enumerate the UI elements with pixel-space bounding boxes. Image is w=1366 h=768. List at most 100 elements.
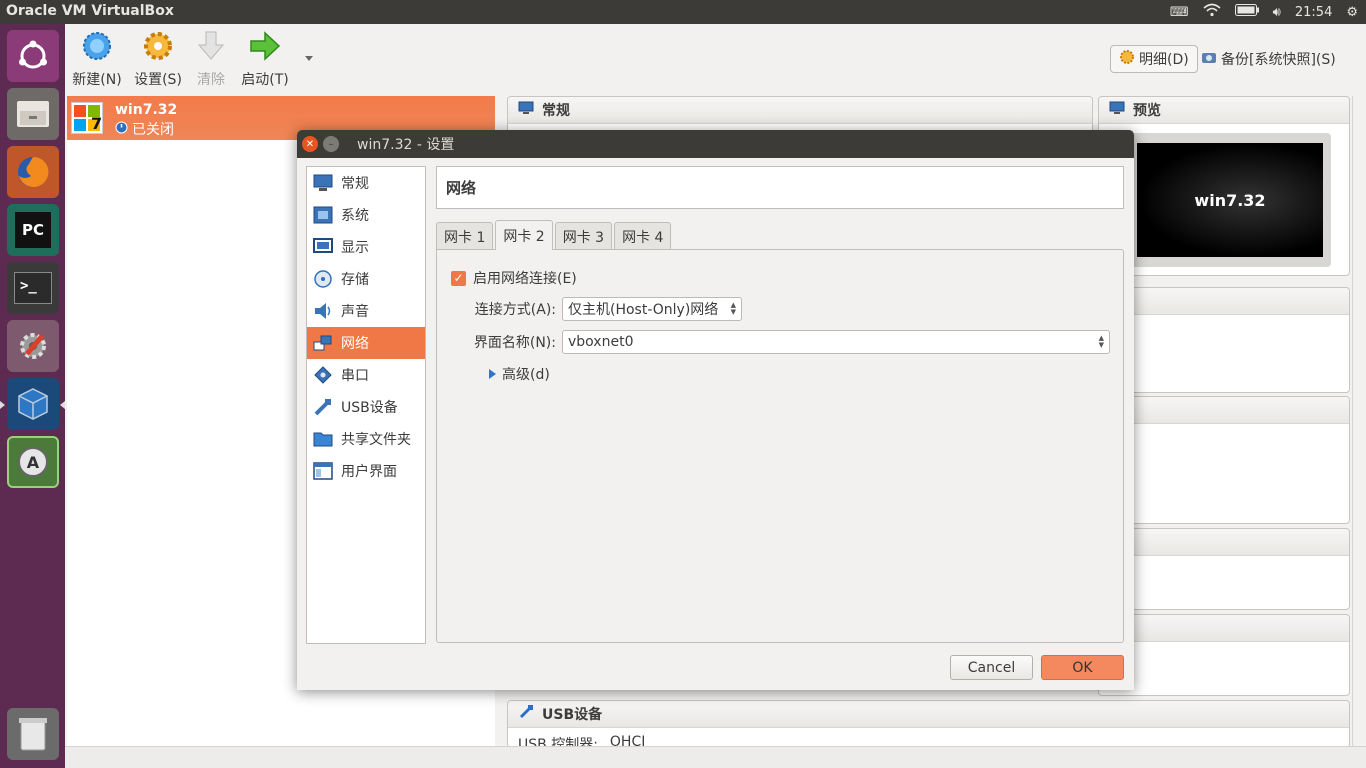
terminal-icon[interactable]: >_	[7, 262, 59, 314]
monitor-icon	[518, 101, 534, 119]
detail-panel-5-header	[1099, 615, 1349, 642]
top-panel: Oracle VM VirtualBox ⌨ 🔊︎ 21:54 ⚙	[0, 0, 1366, 24]
power-off-icon	[115, 121, 128, 138]
usb-icon	[518, 704, 534, 724]
category-audio[interactable]: 声音	[307, 295, 425, 327]
tab-adapter-2[interactable]: 网卡 2	[495, 220, 553, 250]
settings-category-list: 常规 系统 显示 存储 声音 网络 串口 USB设备 共享文件夹 用户界面	[306, 166, 426, 644]
svg-text:A: A	[27, 453, 40, 472]
pycharm-icon[interactable]: PC	[7, 204, 59, 256]
category-general[interactable]: 常规	[307, 167, 425, 199]
attached-to-label: 连接方式(A):	[474, 302, 556, 318]
storage-icon	[313, 270, 333, 288]
display-icon	[313, 238, 333, 256]
firefox-icon[interactable]	[7, 146, 59, 198]
svg-text:7: 7	[91, 114, 102, 133]
category-network[interactable]: 网络	[307, 327, 425, 359]
category-user-interface[interactable]: 用户界面	[307, 455, 425, 487]
main-toolbar: 新建(N) 设置(S) 清除 启动(T) 明细(D) 备份[系统快照](S)	[65, 24, 1366, 94]
name-row: 界面名称(N): vboxnet0 ▲ ▼	[437, 330, 1110, 354]
category-system[interactable]: 系统	[307, 199, 425, 231]
checkbox-checked-icon: ✓	[451, 270, 466, 286]
launcher: PC >_ A	[0, 24, 65, 768]
system-settings-icon[interactable]	[7, 320, 59, 372]
settings-button[interactable]: 设置(S)	[133, 29, 183, 89]
settings-gear-icon	[141, 29, 175, 63]
system-icon	[313, 206, 333, 224]
trash-icon[interactable]	[7, 708, 59, 760]
name-select[interactable]: vboxnet0 ▲ ▼	[562, 330, 1110, 354]
preview-panel-header[interactable]: 预览	[1099, 97, 1349, 124]
keyboard-icon[interactable]: ⌨	[1170, 5, 1189, 20]
category-display[interactable]: 显示	[307, 231, 425, 263]
usb-panel: USB设备 USB 控制器: OHCI	[507, 700, 1350, 753]
details-button[interactable]: 明细(D)	[1110, 45, 1198, 73]
vm-state: 已关闭	[115, 119, 174, 139]
detail-panel-4-header	[1099, 529, 1349, 556]
serial-port-icon	[313, 366, 333, 384]
adapter-tabs: 网卡 1 网卡 2 网卡 3 网卡 4	[436, 220, 672, 250]
attached-to-select[interactable]: 仅主机(Host-Only)网络 ▲ ▼	[562, 297, 742, 321]
discard-button[interactable]: 清除	[191, 29, 231, 89]
page-title: 网络	[436, 166, 1124, 209]
network-icon	[313, 334, 333, 352]
category-usb[interactable]: USB设备	[307, 391, 425, 423]
settings-dialog: ✕ – win7.32 - 设置 常规 系统 显示 存储 声音 网络 串口 US…	[297, 130, 1134, 690]
start-dropdown-arrow-icon[interactable]	[305, 56, 313, 61]
battery-icon[interactable]	[1234, 4, 1259, 20]
wifi-icon[interactable]	[1203, 3, 1221, 21]
user-interface-icon	[313, 462, 333, 480]
expand-arrow-icon	[489, 369, 496, 379]
attached-to-row: 连接方式(A): 仅主机(Host-Only)网络 ▲ ▼	[437, 297, 742, 321]
enable-network-checkbox[interactable]: ✓ 启用网络连接(E)	[451, 268, 577, 288]
category-storage[interactable]: 存储	[307, 263, 425, 295]
preview-monitor-icon	[1109, 101, 1125, 119]
preview-screen: win7.32	[1137, 143, 1323, 257]
tab-adapter-4[interactable]: 网卡 4	[614, 222, 672, 250]
detail-panel-2-header	[1099, 288, 1349, 315]
details-scrollbar[interactable]	[1352, 96, 1364, 746]
name-label: 界面名称(N):	[473, 335, 556, 351]
general-panel-header[interactable]: 常规	[508, 97, 1092, 124]
tab-adapter-1[interactable]: 网卡 1	[436, 222, 494, 250]
detail-panel-3-header	[1099, 397, 1349, 424]
system-tray: ⌨ 🔊︎ 21:54 ⚙	[1170, 2, 1358, 22]
preview-panel: 预览 win7.32	[1098, 96, 1350, 276]
clock[interactable]: 21:54	[1295, 5, 1332, 20]
ubuntu-dash-icon[interactable]	[7, 30, 59, 82]
updown-icon: ▲ ▼	[1098, 334, 1104, 349]
windows7-icon: 7	[71, 102, 103, 134]
start-arrow-icon	[248, 29, 282, 63]
tab-adapter-3[interactable]: 网卡 3	[554, 222, 613, 250]
new-vm-button[interactable]: 新建(N)	[71, 29, 123, 89]
advanced-toggle[interactable]: 高级(d)	[489, 364, 550, 384]
adapter-tab-panel: ✓ 启用网络连接(E) 连接方式(A): 仅主机(Host-Only)网络 ▲ ▼…	[436, 249, 1124, 643]
gear-icon[interactable]: ⚙	[1346, 5, 1358, 20]
updown-icon: ▲ ▼	[730, 301, 736, 316]
new-icon	[80, 29, 114, 63]
minimize-icon[interactable]: –	[323, 136, 339, 152]
start-button[interactable]: 启动(T)	[239, 29, 291, 89]
usb-icon	[313, 398, 333, 416]
dialog-title: win7.32 - 设置	[357, 137, 455, 153]
virtualbox-icon[interactable]	[7, 378, 59, 430]
files-icon[interactable]	[7, 88, 59, 140]
window-title: Oracle VM VirtualBox	[6, 3, 174, 19]
category-serial-ports[interactable]: 串口	[307, 359, 425, 391]
dialog-titlebar[interactable]: ✕ – win7.32 - 设置	[297, 130, 1134, 158]
vm-name: win7.32	[115, 102, 178, 118]
usb-panel-header[interactable]: USB设备	[508, 701, 1349, 728]
software-updater-icon[interactable]: A	[7, 436, 59, 488]
close-icon[interactable]: ✕	[302, 136, 318, 152]
ok-button[interactable]: OK	[1041, 655, 1124, 680]
details-gear-icon	[1119, 49, 1135, 69]
shared-folder-icon	[313, 430, 333, 448]
detail-panel-5	[1098, 614, 1350, 696]
category-shared-folders[interactable]: 共享文件夹	[307, 423, 425, 455]
preview-frame: win7.32	[1129, 133, 1331, 267]
detail-panel-3	[1098, 396, 1350, 524]
snapshots-button[interactable]: 备份[系统快照](S)	[1193, 45, 1344, 73]
volume-icon[interactable]: 🔊︎	[1273, 5, 1281, 20]
general-icon	[313, 174, 333, 192]
cancel-button[interactable]: Cancel	[950, 655, 1033, 680]
